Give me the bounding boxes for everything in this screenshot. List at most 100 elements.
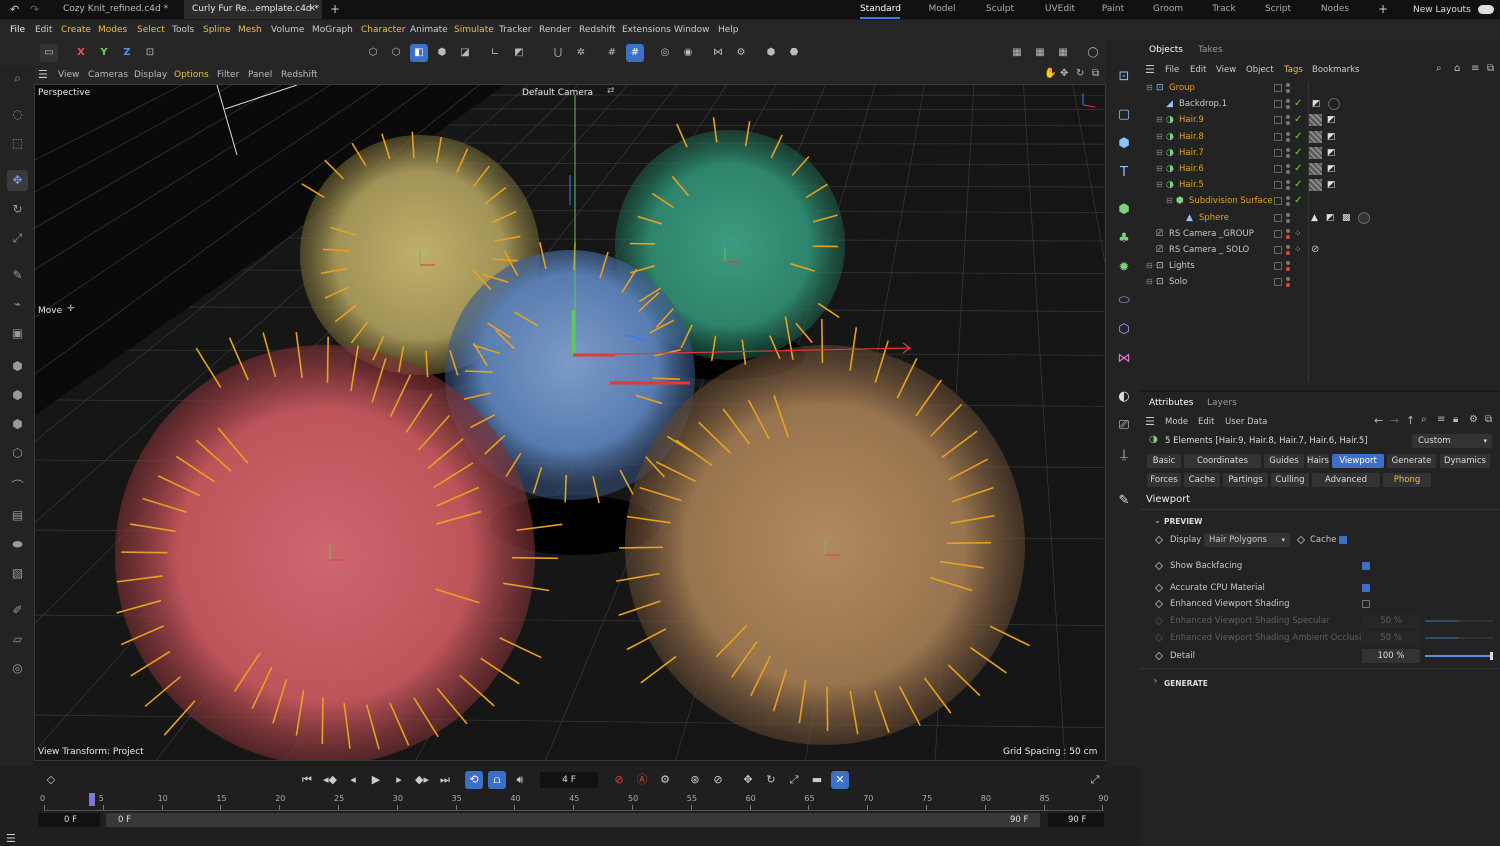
menu-character[interactable]: Character xyxy=(361,20,405,40)
keyframe-mode-icon[interactable]: ⊘ xyxy=(709,771,727,789)
key-settings-icon[interactable]: ⚙ xyxy=(656,771,674,789)
render-to-picture-viewer-icon[interactable]: ▦ xyxy=(1054,44,1072,62)
viewport-menu-display[interactable]: Display xyxy=(134,66,167,84)
previous-key-icon[interactable]: ◂◆ xyxy=(321,771,339,789)
display-dropdown[interactable]: Hair Polygons ▾ xyxy=(1204,533,1290,547)
visibility-dot-top[interactable] xyxy=(1286,131,1290,136)
layer-toggle-icon[interactable] xyxy=(1274,100,1282,109)
tab-layers[interactable]: Layers xyxy=(1207,398,1237,408)
visibility-dot-top[interactable] xyxy=(1286,245,1290,249)
object-row[interactable]: ▲ Sphere ▲ ◩ ▩ xyxy=(1140,210,1500,226)
keyframe-diamond-icon[interactable] xyxy=(1154,583,1164,593)
rotate-view-icon[interactable]: ↻ xyxy=(1076,68,1084,79)
object-name[interactable]: Hair.8 xyxy=(1179,129,1204,145)
layout-toggle-switch[interactable] xyxy=(1478,5,1494,14)
x-axis-lock-button[interactable]: X xyxy=(72,44,90,62)
environment-icon[interactable]: ◐ xyxy=(1113,386,1135,408)
symmetry-icon[interactable]: ◉ xyxy=(679,44,697,62)
camera-icon[interactable]: ⎚ xyxy=(1113,415,1135,437)
pan-view-icon[interactable]: ✋ xyxy=(1044,68,1056,79)
objects-menu-view[interactable]: View xyxy=(1216,65,1236,75)
coordinate-system-icon[interactable]: ⊡ xyxy=(141,44,159,62)
object-row[interactable]: ⊟ ⊡ Solo xyxy=(1140,274,1500,290)
layer-toggle-icon[interactable] xyxy=(1274,84,1282,92)
attr-tab-basic[interactable]: Basic xyxy=(1147,454,1181,468)
menu-extensions[interactable]: Extensions xyxy=(622,20,671,40)
attr-tab-cache[interactable]: Cache xyxy=(1184,473,1220,487)
autokey-icon[interactable]: Ⓐ xyxy=(633,771,651,789)
visibility-dot-bottom[interactable] xyxy=(1286,121,1290,126)
render-settings-icon[interactable]: ⬣ xyxy=(785,44,803,62)
frame-range-slider[interactable] xyxy=(106,813,1040,827)
grid-snap-icon[interactable]: # xyxy=(603,44,621,62)
hair-set-icon[interactable]: ▤ xyxy=(7,505,28,526)
objects-menu-tags[interactable]: Tags xyxy=(1284,65,1303,75)
hair-density-icon[interactable]: ▧ xyxy=(7,563,28,584)
rotation-key-icon[interactable]: ↻ xyxy=(762,771,780,789)
redshift-icon[interactable]: ⬢ xyxy=(762,44,780,62)
no-render-icon[interactable]: ⊘ xyxy=(1311,242,1319,258)
attr-tab-guides[interactable]: Guides xyxy=(1264,454,1304,468)
layout-tab-model[interactable]: Model xyxy=(925,0,959,19)
objects-menu-file[interactable]: File xyxy=(1165,65,1179,75)
material-tag-icon[interactable] xyxy=(1309,130,1322,143)
menu-edit[interactable]: Edit xyxy=(35,20,52,40)
pencil-icon[interactable]: ✐ xyxy=(7,600,28,621)
axis-mode-icon[interactable]: ∟ xyxy=(486,44,504,62)
keyframe-diamond-icon[interactable] xyxy=(1154,535,1164,545)
chevron-down-icon[interactable]: ⌄ xyxy=(1154,516,1161,525)
hair-curl-icon[interactable]: ⬢ xyxy=(7,385,28,406)
viewport-camera-label[interactable]: Default Camera xyxy=(522,88,593,98)
object-name[interactable]: Lights xyxy=(1169,258,1195,274)
render-view-icon[interactable]: ▦ xyxy=(1008,44,1026,62)
visibility-dot-bottom[interactable] xyxy=(1286,137,1290,142)
start-frame-field[interactable]: 0 F xyxy=(38,813,100,827)
brush-tool-icon[interactable]: ✎ xyxy=(7,265,28,286)
objects-menu-bookmarks[interactable]: Bookmarks xyxy=(1312,65,1360,75)
document-tab-cozy-knit[interactable]: Cozy Knit_refined.c4d * xyxy=(55,0,180,19)
menu-file[interactable]: File xyxy=(10,20,25,40)
new-window-icon[interactable]: ⧉ xyxy=(1485,414,1492,425)
hair-comb-icon[interactable]: ⌁ xyxy=(7,294,28,315)
y-axis-lock-button[interactable]: Y xyxy=(95,44,113,62)
layer-toggle-icon[interactable] xyxy=(1274,262,1282,271)
add-layout-icon[interactable]: + xyxy=(1378,2,1388,16)
magnet-icon[interactable]: ⋃ xyxy=(549,44,567,62)
show-backfacing-checkbox[interactable] xyxy=(1362,562,1370,570)
cube-icon[interactable]: ⬢ xyxy=(1113,133,1135,155)
viewport-menu-cameras[interactable]: Cameras xyxy=(88,66,128,84)
playhead[interactable] xyxy=(89,793,95,806)
hair-move-icon[interactable]: ⌒ xyxy=(7,476,28,497)
enhanced-shading-checkbox[interactable] xyxy=(1362,600,1370,608)
layer-toggle-icon[interactable] xyxy=(1274,181,1282,190)
menu-mograph[interactable]: MoGraph xyxy=(312,20,353,40)
expand-toggle-icon[interactable]: ⊟ xyxy=(1156,177,1163,193)
live-selection-icon[interactable]: ◌ xyxy=(7,104,28,125)
visibility-dot-bottom[interactable] xyxy=(1286,218,1290,223)
box-selection-icon[interactable]: ⬚ xyxy=(7,133,28,154)
hair-lock-icon[interactable]: ⬬ xyxy=(7,534,28,555)
uv-tag-icon[interactable]: ◩ xyxy=(1326,210,1335,226)
move-tool-icon[interactable]: ✥ xyxy=(7,170,28,191)
menu-render[interactable]: Render xyxy=(539,20,571,40)
hamburger-menu-icon[interactable]: ☰ xyxy=(1145,415,1155,428)
hair-tag-icon[interactable]: ◩ xyxy=(1327,129,1336,145)
viewport-solo-icon[interactable]: ▭ xyxy=(40,44,58,62)
visibility-dot-bottom[interactable] xyxy=(1286,89,1290,93)
object-row[interactable]: ⊟ ⊡ Lights xyxy=(1140,258,1500,274)
search-icon[interactable]: ⌕ xyxy=(7,68,28,89)
spline-icon[interactable]: ⋈ xyxy=(1113,348,1135,370)
preview-group-label[interactable]: PREVIEW xyxy=(1164,517,1202,526)
viewport-menu-filter[interactable]: Filter xyxy=(217,66,239,84)
object-name[interactable]: Sphere xyxy=(1199,210,1229,226)
menu-tools[interactable]: Tools xyxy=(172,20,194,40)
enabled-check-icon[interactable]: ✓ xyxy=(1294,145,1302,161)
visibility-dot-bottom[interactable] xyxy=(1286,234,1290,239)
visibility-dot-top[interactable] xyxy=(1286,196,1290,201)
field-icon[interactable]: ⬡ xyxy=(1113,319,1135,341)
layout-tab-standard[interactable]: Standard xyxy=(860,0,901,19)
rotate-tool-icon[interactable]: ↻ xyxy=(7,199,28,220)
lock-icon[interactable]: 🔒︎ xyxy=(1453,414,1458,425)
hair-tag-icon[interactable]: ◩ xyxy=(1327,112,1336,128)
texture-mode-icon[interactable]: ◩ xyxy=(510,44,528,62)
